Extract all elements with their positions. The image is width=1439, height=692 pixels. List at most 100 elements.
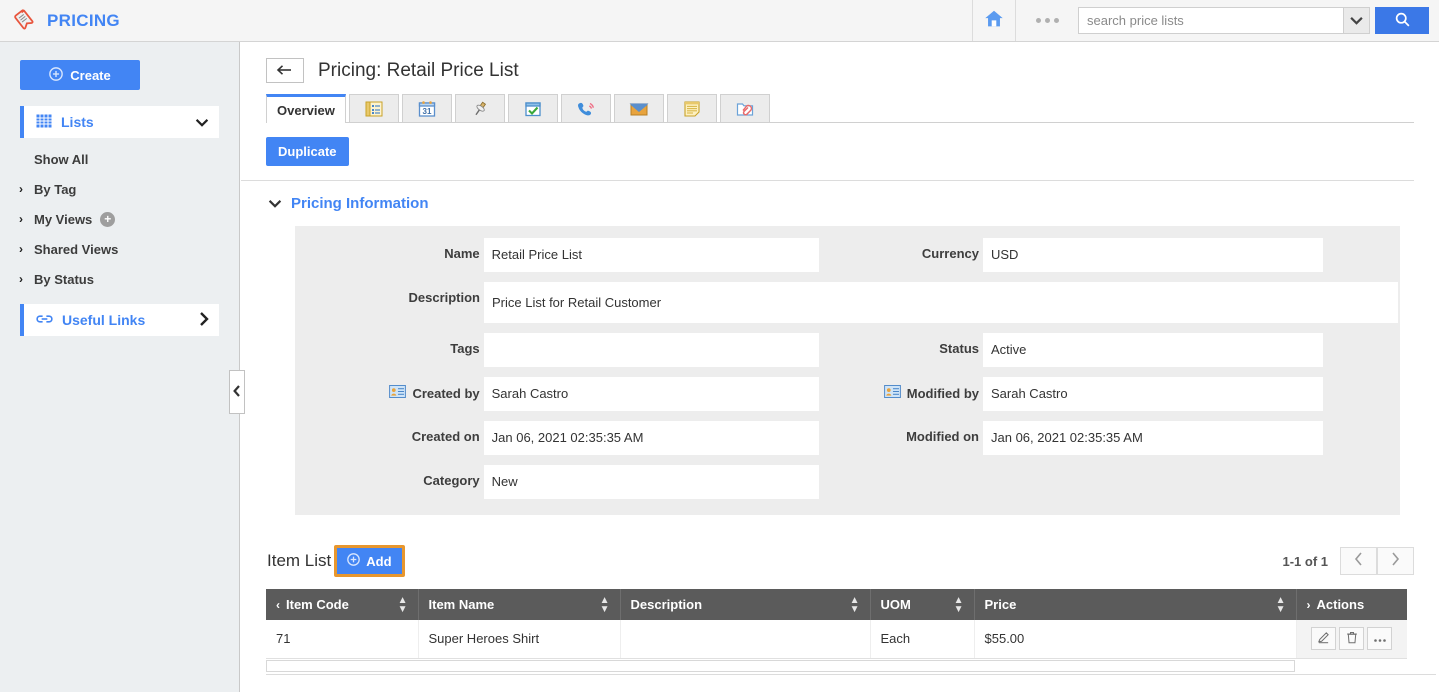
sidebar-item-show-all[interactable]: Show All xyxy=(0,144,239,174)
sidebar-item-by-tag[interactable]: › By Tag xyxy=(0,174,239,204)
field-label: Tags xyxy=(450,341,480,356)
edit-row-button[interactable] xyxy=(1311,627,1337,651)
column-header-item-code[interactable]: ‹ Item Code ▲ ▼ xyxy=(266,589,419,620)
sidebar-item-shared-views[interactable]: › Shared Views xyxy=(0,234,239,264)
sidebar-item-my-views[interactable]: › My Views + xyxy=(0,204,239,234)
link-icon xyxy=(36,312,53,329)
field-tags: Tags xyxy=(295,333,819,367)
tab-tasks[interactable] xyxy=(507,94,558,122)
sidebar-section-lists[interactable]: Lists xyxy=(20,106,219,138)
plus-circle-icon xyxy=(49,66,64,84)
svg-text:31: 31 xyxy=(422,107,431,116)
chevron-right-icon: › xyxy=(19,242,23,256)
search-input[interactable] xyxy=(1078,7,1343,34)
sidebar-section-label: Lists xyxy=(61,114,94,130)
currency-input[interactable] xyxy=(983,238,1323,272)
section-header-pricing-information[interactable]: Pricing Information xyxy=(241,181,1439,212)
task-checkbox-icon xyxy=(523,100,543,118)
column-label: Item Code xyxy=(286,597,349,612)
chevron-right-icon: › xyxy=(19,272,23,286)
pagination-label: 1-1 of 1 xyxy=(1282,553,1328,569)
field-modified-on: Modified on xyxy=(819,421,1400,455)
delete-icon xyxy=(1346,631,1358,647)
sort-icon[interactable]: ▲ ▼ xyxy=(954,595,964,614)
page-header: Pricing: Retail Price List xyxy=(241,42,1439,83)
plus-circle-icon xyxy=(347,553,361,569)
field-label-wrap: Modified by xyxy=(819,377,979,401)
back-button[interactable] xyxy=(266,58,304,83)
status-input[interactable] xyxy=(983,333,1323,367)
column-header-item-name[interactable]: Item Name ▲ ▼ xyxy=(418,589,621,620)
chevron-right-icon xyxy=(1391,551,1400,571)
column-header-price[interactable]: Price ▲ ▼ xyxy=(974,589,1297,620)
topbar-right xyxy=(972,0,1439,42)
create-button-label: Create xyxy=(70,67,111,83)
add-view-button[interactable]: + xyxy=(100,211,116,227)
column-header-description[interactable]: Description ▲ ▼ xyxy=(620,589,871,620)
tab-notes[interactable] xyxy=(666,94,717,122)
sidebar-subnav: Show All › By Tag › My Views + › Shared … xyxy=(0,144,239,294)
tab-calendar[interactable]: 31 xyxy=(401,94,452,122)
pin-icon xyxy=(470,100,490,118)
field-modified-by: Modified by xyxy=(819,377,1400,411)
field-label: Category xyxy=(423,473,480,488)
table-header-row: ‹ Item Code ▲ ▼ Item Name ▲ ▼ Descriptio… xyxy=(266,589,1407,620)
form-row-tags-status: Tags Status xyxy=(295,333,1400,367)
delete-row-button[interactable] xyxy=(1339,627,1365,651)
tags-input[interactable] xyxy=(483,333,819,367)
column-header-uom[interactable]: UOM ▲ ▼ xyxy=(870,589,975,620)
tab-attachments[interactable] xyxy=(719,94,770,122)
table-row[interactable]: 71 Super Heroes Shirt Each $55.00 xyxy=(266,620,1407,659)
cell-item-code: 71 xyxy=(266,620,419,659)
sidebar-collapse-handle[interactable] xyxy=(229,370,245,414)
more-row-actions-button[interactable] xyxy=(1367,627,1393,651)
more-icon xyxy=(1373,631,1387,646)
created-by-input[interactable] xyxy=(483,377,819,411)
sidebar-item-by-status[interactable]: › By Status xyxy=(0,264,239,294)
column-header-actions: › Actions xyxy=(1296,589,1407,620)
chevron-down-icon xyxy=(195,115,209,130)
section-title: Pricing Information xyxy=(291,195,429,212)
tab-calls[interactable] xyxy=(560,94,611,122)
category-input[interactable] xyxy=(483,465,819,499)
field-label: Description xyxy=(408,290,480,305)
search-button[interactable] xyxy=(1375,7,1429,34)
field-status: Status xyxy=(819,333,1400,367)
tab-overview[interactable]: Overview xyxy=(266,94,346,123)
description-input[interactable] xyxy=(484,282,1398,323)
cell-description xyxy=(620,620,871,659)
sidebar-section-useful-links[interactable]: Useful Links xyxy=(20,304,219,336)
duplicate-button[interactable]: Duplicate xyxy=(266,137,349,166)
home-button[interactable] xyxy=(972,0,1016,41)
sort-icon[interactable]: ▲ ▼ xyxy=(1276,595,1286,614)
tab-emails[interactable] xyxy=(613,94,664,122)
tab-details[interactable] xyxy=(348,94,399,122)
sort-icon[interactable]: ▲ ▼ xyxy=(600,595,610,614)
top-bar: PRICING xyxy=(0,0,1439,42)
form-row-created-modified-on: Created on Modified on xyxy=(295,421,1400,455)
cell-uom: Each xyxy=(870,620,975,659)
details-icon xyxy=(364,100,384,118)
create-button[interactable]: Create xyxy=(20,60,140,90)
notes-icon xyxy=(682,100,702,118)
sort-icon[interactable]: ▲ ▼ xyxy=(398,595,408,614)
created-on-input[interactable] xyxy=(483,421,819,455)
modified-on-input[interactable] xyxy=(983,421,1323,455)
chevron-right-icon xyxy=(199,311,209,329)
action-toolbar: Duplicate xyxy=(241,123,1414,181)
item-list-title: Item List xyxy=(267,551,332,570)
sort-icon[interactable]: ▲ ▼ xyxy=(850,595,860,614)
tab-pinned[interactable] xyxy=(454,94,505,122)
chevron-left-icon xyxy=(1354,551,1363,571)
search-scope-dropdown[interactable] xyxy=(1343,7,1370,34)
field-label: Modified on xyxy=(906,429,979,444)
table-horizontal-scrollbar[interactable] xyxy=(266,659,1295,672)
chevron-down-icon xyxy=(1350,13,1363,28)
next-page-button[interactable] xyxy=(1377,547,1414,575)
add-item-button[interactable]: Add xyxy=(334,545,405,577)
name-input[interactable] xyxy=(483,238,819,272)
more-menu-button[interactable] xyxy=(1016,18,1078,23)
modified-by-input[interactable] xyxy=(983,377,1323,411)
prev-page-button[interactable] xyxy=(1340,547,1377,575)
price-tag-icon xyxy=(14,7,38,34)
